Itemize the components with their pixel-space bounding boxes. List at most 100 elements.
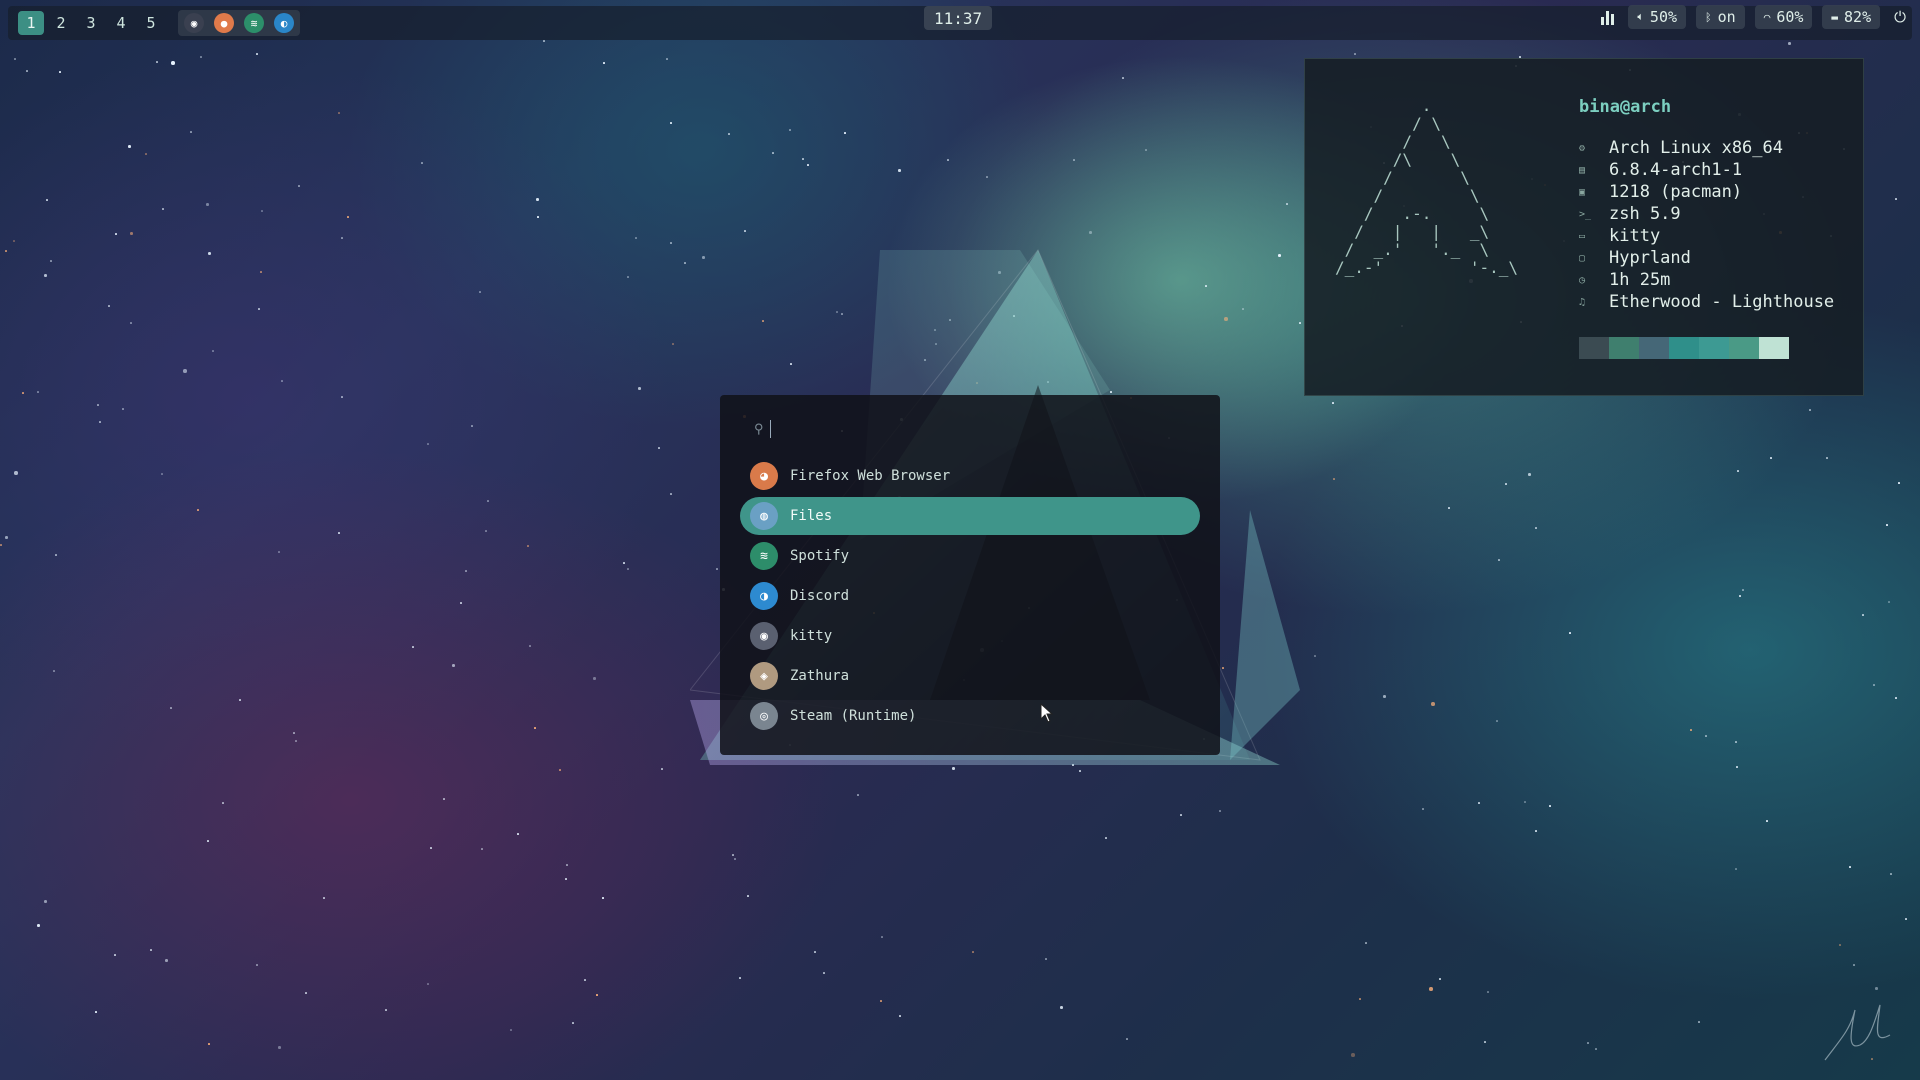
star	[537, 216, 539, 218]
star	[338, 532, 340, 534]
launcher-item-spotify[interactable]: ≋ Spotify	[740, 537, 1200, 575]
launcher-item-label: Zathura	[790, 668, 850, 684]
star	[1498, 559, 1500, 561]
star	[1873, 684, 1875, 686]
star	[1735, 741, 1737, 743]
star	[1365, 942, 1367, 944]
star	[1890, 873, 1892, 875]
workspace-5[interactable]: 5	[138, 11, 164, 35]
star	[584, 979, 586, 981]
search-input[interactable]	[769, 420, 1150, 438]
palette-swatch	[1609, 337, 1639, 359]
info-row: ▭ kitty	[1579, 225, 1834, 247]
palette-swatch	[1729, 337, 1759, 359]
star	[295, 740, 297, 742]
star	[1122, 77, 1124, 79]
battery-value: 82%	[1844, 8, 1872, 26]
star	[1839, 944, 1841, 946]
launcher-item-kitty[interactable]: ◉ kitty	[740, 617, 1200, 655]
spotify-icon[interactable]: ≋	[244, 13, 264, 33]
star	[565, 878, 567, 880]
star	[5, 250, 7, 252]
battery-indicator[interactable]: ▬ 82%	[1822, 5, 1881, 29]
launcher-search: ⚲	[754, 419, 1150, 439]
star	[298, 185, 300, 187]
workspace-switcher: 12345	[18, 11, 164, 35]
star	[197, 509, 199, 511]
music-icon: ♫	[1579, 296, 1586, 308]
star	[1180, 814, 1182, 816]
launcher-item-files[interactable]: ◍ Files	[740, 497, 1200, 535]
system-fetch-panel: . / \ / \ /\ \ / \ / \ / .-. \ / | | _\ …	[1304, 58, 1864, 396]
star	[156, 61, 158, 63]
info-value: Etherwood - Lighthouse	[1609, 292, 1835, 312]
launcher-item-label: Files	[790, 508, 833, 524]
star	[97, 404, 99, 406]
workspace-2[interactable]: 2	[48, 11, 74, 35]
launcher-item-label: kitty	[790, 628, 833, 644]
star	[593, 677, 596, 680]
info-row: ♫ Etherwood - Lighthouse	[1579, 291, 1834, 313]
star	[1788, 42, 1791, 45]
workspace-1[interactable]: 1	[18, 11, 44, 35]
mouse-cursor-icon	[1040, 703, 1054, 723]
ascii-line: / _.' '._ \	[1335, 240, 1490, 259]
info-value: 1218 (pacman)	[1609, 182, 1743, 202]
star	[1595, 1048, 1597, 1050]
star	[1089, 231, 1092, 234]
star	[1431, 702, 1435, 706]
star	[128, 145, 131, 148]
speaker-icon: 🔈︎	[1637, 10, 1644, 23]
terminal-icon: ▭	[1579, 230, 1586, 242]
launcher-item-steam-runtime[interactable]: ◎ Steam (Runtime)	[740, 697, 1200, 735]
ascii-line: / \	[1335, 114, 1441, 133]
star	[208, 252, 211, 255]
cpu-bars-icon[interactable]	[1601, 9, 1615, 25]
star	[412, 646, 414, 648]
discord-icon[interactable]: ◐	[274, 13, 294, 33]
star	[789, 129, 791, 131]
star	[150, 949, 152, 951]
kitty-icon[interactable]: ◉	[184, 13, 204, 33]
star	[50, 260, 52, 262]
star	[26, 70, 28, 72]
star	[517, 833, 519, 835]
star	[747, 895, 749, 897]
workspace-4[interactable]: 4	[108, 11, 134, 35]
launcher-item-discord[interactable]: ◑ Discord	[740, 577, 1200, 615]
firefox-icon[interactable]: ●	[214, 13, 234, 33]
star	[1359, 998, 1361, 1000]
star	[427, 443, 429, 445]
star	[162, 208, 164, 210]
star	[1735, 868, 1737, 870]
star	[421, 162, 423, 164]
star	[536, 198, 539, 201]
palette-swatch	[1759, 337, 1789, 359]
star	[1905, 918, 1907, 920]
star	[527, 545, 529, 547]
star	[807, 164, 809, 166]
star	[529, 645, 531, 647]
star	[1888, 601, 1890, 603]
launcher-item-zathura[interactable]: ◈ Zathura	[740, 657, 1200, 695]
star	[898, 169, 901, 172]
star	[1895, 697, 1897, 699]
ascii-line: .	[1335, 96, 1432, 115]
star	[338, 112, 340, 114]
star	[427, 983, 429, 985]
star	[479, 291, 481, 293]
star	[481, 848, 483, 850]
workspace-3[interactable]: 3	[78, 11, 104, 35]
clock[interactable]: 11:37	[924, 6, 993, 30]
star	[1105, 837, 1107, 839]
wifi-indicator[interactable]: ◠ 60%	[1754, 5, 1813, 29]
bluetooth-indicator[interactable]: ᛒ on	[1696, 5, 1745, 29]
star	[278, 1046, 281, 1049]
arch-ascii-logo: . / \ / \ /\ \ / \ / \ / .-. \ / | | _\ …	[1335, 97, 1518, 277]
volume-indicator[interactable]: 🔈︎ 50%	[1628, 5, 1687, 29]
info-value: Hyprland	[1609, 248, 1691, 268]
star	[670, 493, 672, 495]
power-button[interactable]: ⏻	[1890, 5, 1910, 29]
launcher-item-firefox-web-browser[interactable]: ◕ Firefox Web Browser	[740, 457, 1200, 495]
star	[1569, 632, 1571, 634]
